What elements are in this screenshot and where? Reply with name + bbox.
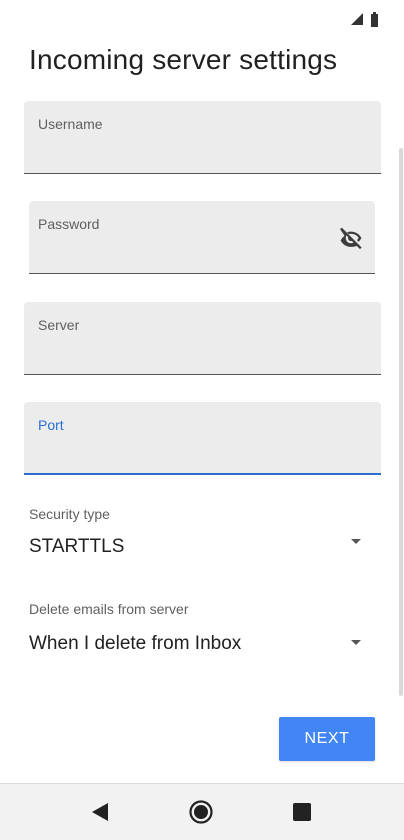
home-icon[interactable] [187, 798, 215, 826]
delete-emails-value: When I delete from Inbox [29, 633, 242, 654]
username-input[interactable] [38, 141, 367, 163]
recents-icon[interactable] [288, 798, 316, 826]
navigation-bar [0, 783, 404, 840]
back-icon[interactable] [86, 798, 114, 826]
port-label: Port [38, 417, 64, 433]
scrollbar[interactable] [399, 148, 403, 696]
security-type-value: STARTTLS [29, 536, 125, 557]
security-type-dropdown[interactable]: STARTTLS [24, 530, 381, 566]
security-type-label: Security type [29, 506, 110, 522]
signal-icon [351, 13, 363, 25]
server-input[interactable] [38, 342, 367, 364]
password-label: Password [38, 216, 100, 232]
eye-off-icon[interactable] [337, 224, 365, 252]
page-title: Incoming server settings [29, 44, 338, 75]
delete-emails-dropdown[interactable]: When I delete from Inbox [24, 627, 381, 663]
dropdown-arrow-icon [351, 640, 361, 645]
server-label: Server [38, 317, 80, 333]
port-input[interactable] [38, 441, 367, 463]
status-bar [0, 0, 404, 36]
username-label: Username [38, 116, 103, 132]
delete-emails-label: Delete emails from server [29, 601, 189, 617]
password-input[interactable] [38, 241, 327, 263]
port-field[interactable]: Port [24, 402, 381, 475]
username-field[interactable]: Username [24, 101, 381, 174]
screen: Incoming server settings Username Passwo… [0, 0, 404, 840]
server-field[interactable]: Server [24, 302, 381, 375]
battery-icon [371, 12, 378, 27]
next-button[interactable]: NEXT [279, 717, 375, 761]
dropdown-arrow-icon [351, 539, 361, 544]
password-field[interactable]: Password [29, 201, 375, 274]
